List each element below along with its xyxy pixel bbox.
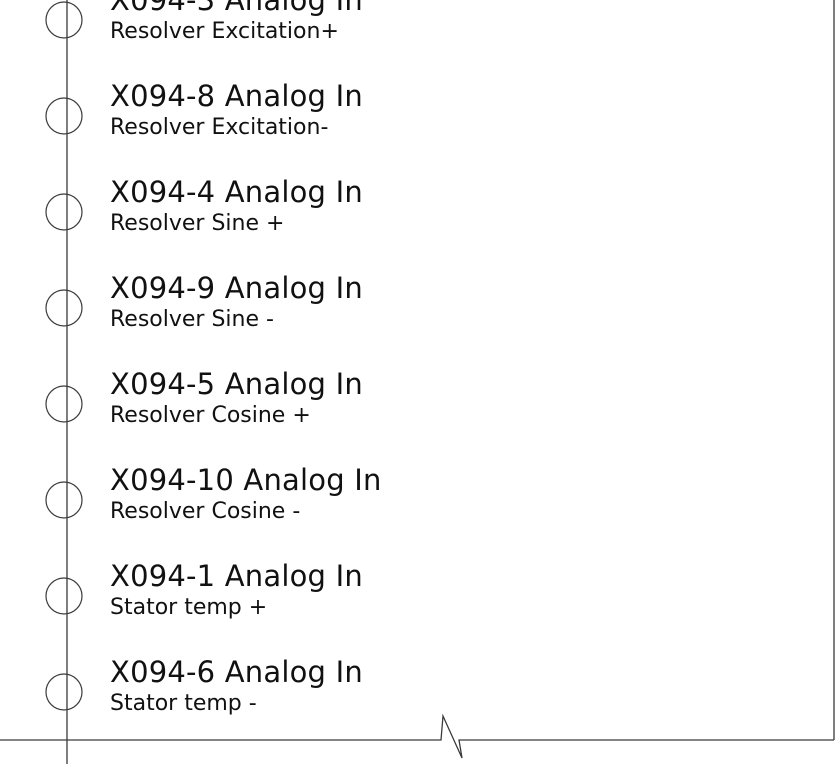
pin-description: Resolver Excitation- [110, 115, 329, 140]
terminal-circle [45, 481, 83, 519]
pin-description: Resolver Excitation+ [110, 19, 339, 44]
pin-entry: X094-4 Analog In Resolver Sine + [110, 175, 363, 238]
pin-entry: X094-1 Analog In Stator temp + [110, 559, 363, 622]
terminal-circles [45, 1, 83, 711]
pin-entry: X094-8 Analog In Resolver Excitation- [110, 79, 363, 142]
pin-description: Stator temp + [110, 595, 268, 620]
pin-title: X094-8 Analog In [110, 79, 363, 113]
terminal-circle [45, 193, 83, 231]
pin-entry: X094-5 Analog In Resolver Cosine + [110, 367, 363, 430]
terminal-circle [45, 673, 83, 711]
pin-title: X094-4 Analog In [110, 175, 363, 209]
terminal-circle [45, 1, 83, 39]
terminal-circle [45, 97, 83, 135]
pin-title: X094-1 Analog In [110, 559, 363, 593]
pin-description: Resolver Sine - [110, 307, 274, 332]
bottom-break-line [0, 713, 834, 759]
pin-title: X094-3 Analog In [110, 0, 363, 17]
pin-entry: X094-6 Analog In Stator temp - [110, 655, 363, 718]
pin-title: X094-5 Analog In [110, 367, 363, 401]
pin-description: Stator temp - [110, 691, 257, 716]
pin-title: X094-6 Analog In [110, 655, 363, 689]
pin-description: Resolver Cosine + [110, 403, 311, 428]
terminal-circle [45, 289, 83, 327]
pin-entry: X094-3 Analog In Resolver Excitation+ [110, 0, 363, 46]
pin-title: X094-9 Analog In [110, 271, 363, 305]
terminal-circle [45, 577, 83, 615]
pin-description: Resolver Sine + [110, 211, 285, 236]
pin-description: Resolver Cosine - [110, 499, 301, 524]
pin-title: X094-10 Analog In [110, 463, 382, 497]
pin-entry: X094-10 Analog In Resolver Cosine - [110, 463, 382, 526]
terminal-circle [45, 385, 83, 423]
pin-entry: X094-9 Analog In Resolver Sine - [110, 271, 363, 334]
